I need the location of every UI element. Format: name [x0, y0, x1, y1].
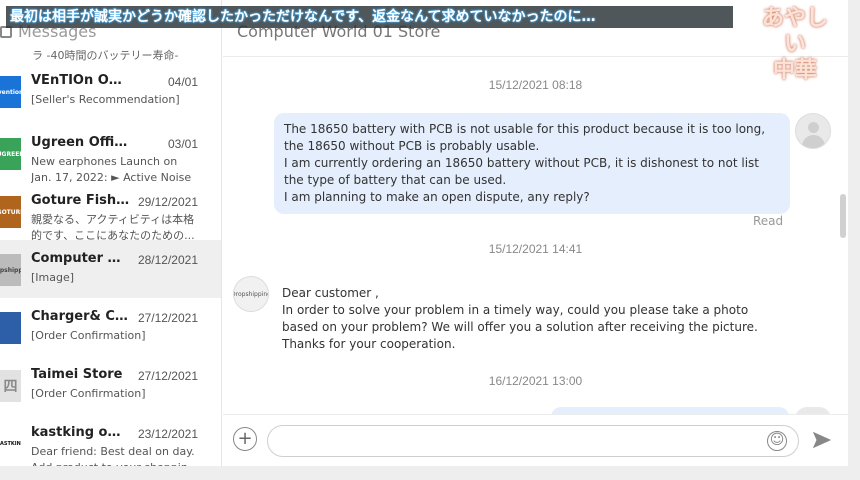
conversation-name: Taimei Store [31, 367, 123, 382]
conversation-item-kastking[interactable]: KASTKING kastking offi... 23/12/2021 Dea… [0, 414, 221, 466]
conversation-preview: [Image] [31, 271, 75, 284]
conversation-preview: [Order Confirmation] [31, 329, 146, 342]
store-avatar: Dropshipping [0, 254, 21, 286]
conversation-date: 28/12/2021 [137, 253, 198, 267]
conversation-item-computer-world[interactable]: Dropshipping Computer W... 28/12/2021 [I… [0, 240, 221, 298]
store-avatar [0, 312, 21, 344]
store-avatar: 四 [0, 370, 21, 402]
conversation-preview: [Seller's Recommendation] [31, 93, 180, 106]
read-receipt: Read [753, 214, 784, 228]
user-avatar-body [802, 135, 825, 148]
message-input[interactable] [267, 425, 799, 457]
conversation-name: VEnTIOn Official ... [31, 73, 131, 88]
conversation-preview: [Order Confirmation] [31, 387, 146, 400]
video-caption: 最初は相手が誠実かどうか確認したかっただけなんです、返金なんて求めていなかったの… [6, 6, 733, 28]
send-icon[interactable] [811, 429, 833, 451]
message-line: I am currently ordering an 18650 battery… [284, 156, 760, 170]
user-avatar-head [808, 122, 819, 133]
outgoing-message: The 18650 battery with PCB is not usable… [274, 113, 790, 214]
conversation-name: Goture Fishi... [31, 193, 131, 208]
conversation-date: 03/01 [167, 137, 198, 151]
message-timestamp: 16/12/2021 13:00 [488, 374, 583, 388]
conversation-date: 23/12/2021 [137, 427, 198, 441]
list-item-preview-cut: ラ -40時間のバッテリー寿命- [32, 49, 179, 62]
incoming-message: Dear customer , In order to solve your p… [274, 281, 790, 357]
emoji-icon[interactable]: ☺ [767, 431, 787, 451]
store-avatar: vention [0, 76, 21, 108]
conversation-date: 27/12/2021 [137, 369, 198, 383]
message-line: Dear customer , [282, 286, 379, 300]
conversation-name: kastking offi... [31, 425, 131, 440]
chat-scrollbar[interactable] [840, 194, 846, 238]
conversation-item-vention[interactable]: vention VEnTIOn Official ... 04/01 [Sell… [0, 62, 221, 120]
message-line: I am planning to make an open dispute, a… [284, 190, 590, 204]
conversation-name: Computer W... [31, 251, 131, 266]
conversation-date: 27/12/2021 [137, 311, 198, 325]
conversation-item-ugreen[interactable]: UGREEN Ugreen Official St... 03/01 New e… [0, 124, 221, 184]
conversation-item-charger[interactable]: Charger& Ca... 27/12/2021 [Order Confirm… [0, 298, 221, 356]
conversation-item-goture[interactable]: GOTURE Goture Fishi... 29/12/2021 親愛なる、ア… [0, 182, 221, 242]
message-line: the type of battery that can be used. [284, 173, 507, 187]
message-line: Thanks for your cooperation. [282, 337, 456, 351]
store-avatar: KASTKING [0, 428, 21, 460]
conversation-item-taimei[interactable]: 四 Taimei Store 27/12/2021 [Order Confirm… [0, 356, 221, 414]
messages-app: Messages ラ -40時間のバッテリー寿命- vention VEnTIO… [0, 0, 848, 466]
store-avatar: GOTURE [0, 196, 21, 228]
conversation-name: Ugreen Official St... [31, 135, 131, 150]
add-attachment-button[interactable]: + [233, 427, 257, 451]
store-avatar: Dropshipping [233, 276, 269, 312]
channel-watermark-logo: あやしい 中華 [761, 6, 828, 83]
message-line: The 18650 battery with PCB is not usable… [284, 122, 766, 136]
user-avatar [795, 113, 831, 149]
message-line: the 18650 without PCB is probably usable… [284, 139, 540, 153]
message-timestamp: 15/12/2021 14:41 [488, 242, 583, 256]
message-line: based on your problem? We will offer you… [282, 320, 758, 334]
conversation-preview: Dear friend: Best deal on day. Add produ… [31, 445, 198, 466]
conversation-sidebar: Messages ラ -40時間のバッテリー寿命- vention VEnTIO… [0, 0, 222, 466]
conversation-date: 29/12/2021 [137, 195, 198, 209]
conversation-date: 04/01 [167, 75, 198, 89]
store-avatar: UGREEN [0, 138, 21, 170]
message-line: In order to solve your problem in a time… [282, 303, 749, 317]
conversation-name: Charger& Ca... [31, 309, 131, 324]
message-input-bar: + ☺ [223, 414, 848, 466]
